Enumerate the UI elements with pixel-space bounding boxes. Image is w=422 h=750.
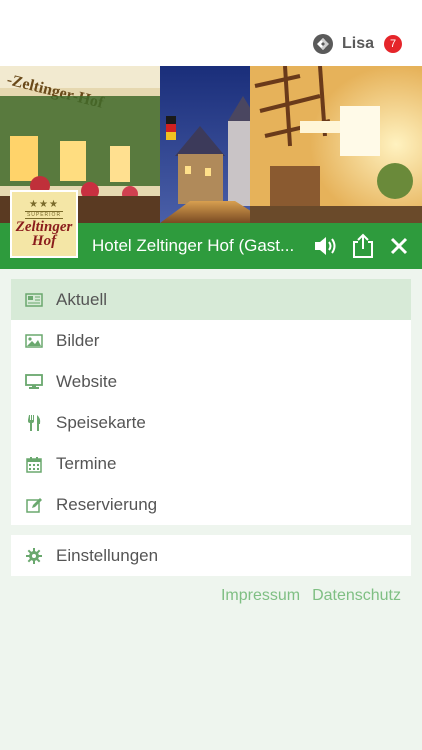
menu-item-speisekarte[interactable]: Speisekarte xyxy=(11,402,411,443)
impressum-link[interactable]: Impressum xyxy=(221,587,300,605)
menu-label: Reservierung xyxy=(56,495,158,514)
swirl-logo-icon xyxy=(312,34,333,54)
menu-label: Einstellungen xyxy=(56,546,159,565)
close-icon[interactable] xyxy=(385,232,413,260)
user-account[interactable]: Lisa 7 xyxy=(312,32,402,56)
menu-item-termine[interactable]: Termine xyxy=(11,443,411,484)
menu-label: Termine xyxy=(56,454,117,473)
hotel-title: Hotel Zeltinger Hof (Gast... xyxy=(92,236,295,255)
newspaper-icon xyxy=(25,291,43,309)
top-bar: Lisa 7 xyxy=(0,0,422,66)
speaker-icon[interactable] xyxy=(312,232,340,260)
image-icon xyxy=(25,332,43,350)
menu-label: Aktuell xyxy=(56,290,108,309)
logo-stars: ★★★ xyxy=(29,199,59,210)
menu-item-bilder[interactable]: Bilder xyxy=(11,320,411,361)
settings-menu: Einstellungen xyxy=(11,535,411,576)
menu-item-aktuell[interactable]: Aktuell xyxy=(11,279,411,320)
menu-label: Bilder xyxy=(56,331,100,350)
calendar-icon xyxy=(25,455,43,473)
footer-links: Impressum Datenschutz xyxy=(221,587,401,605)
monitor-icon xyxy=(25,373,43,391)
hotel-logo: ★★★ SUPERIOR Zeltinger Hof xyxy=(10,190,78,258)
logo-name-line1: Zeltinger xyxy=(15,219,73,235)
logo-superior: SUPERIOR xyxy=(24,211,64,219)
logo-name-line2: Hof xyxy=(31,233,57,249)
gear-icon xyxy=(25,547,43,565)
edit-icon xyxy=(25,496,43,514)
menu-label: Speisekarte xyxy=(56,413,146,432)
notification-badge[interactable]: 7 xyxy=(384,35,402,53)
menu-item-reservierung[interactable]: Reservierung xyxy=(11,484,411,525)
menu-item-einstellungen[interactable]: Einstellungen xyxy=(11,535,411,576)
cutlery-icon xyxy=(25,414,43,432)
menu-item-website[interactable]: Website xyxy=(11,361,411,402)
main-menu: Aktuell Bilder Website Speisekarte Termi… xyxy=(11,279,411,525)
share-icon[interactable] xyxy=(349,232,377,260)
user-name: Lisa xyxy=(341,35,374,52)
datenschutz-link[interactable]: Datenschutz xyxy=(312,587,401,605)
menu-label: Website xyxy=(56,372,118,391)
